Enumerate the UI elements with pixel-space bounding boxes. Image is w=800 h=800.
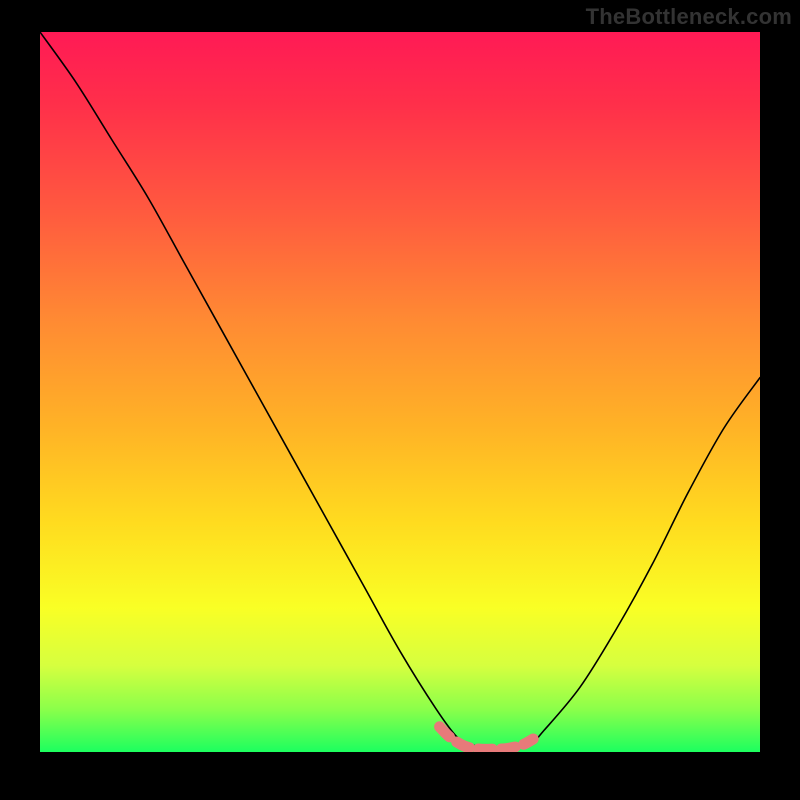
- plot-area: [40, 32, 760, 752]
- bottleneck-curve-path: [40, 32, 760, 749]
- attribution-text: TheBottleneck.com: [586, 4, 792, 30]
- valley-highlight-path: [440, 727, 534, 750]
- chart-frame: TheBottleneck.com: [0, 0, 800, 800]
- curve-svg: [40, 32, 760, 752]
